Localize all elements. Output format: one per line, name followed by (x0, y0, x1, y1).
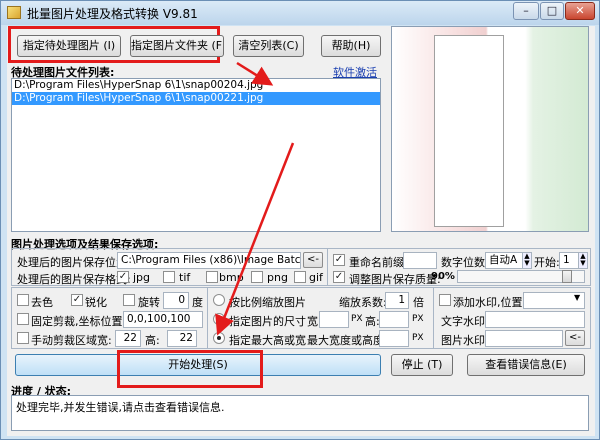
arrow-to-start (215, 142, 295, 336)
annotation-arrows (215, 61, 295, 336)
arrow-to-list (236, 61, 274, 86)
app-window: 批量图片处理及格式转换 V9.81 – □ ✕ 指定待处理图片 (I) 指定图片… (0, 0, 600, 440)
